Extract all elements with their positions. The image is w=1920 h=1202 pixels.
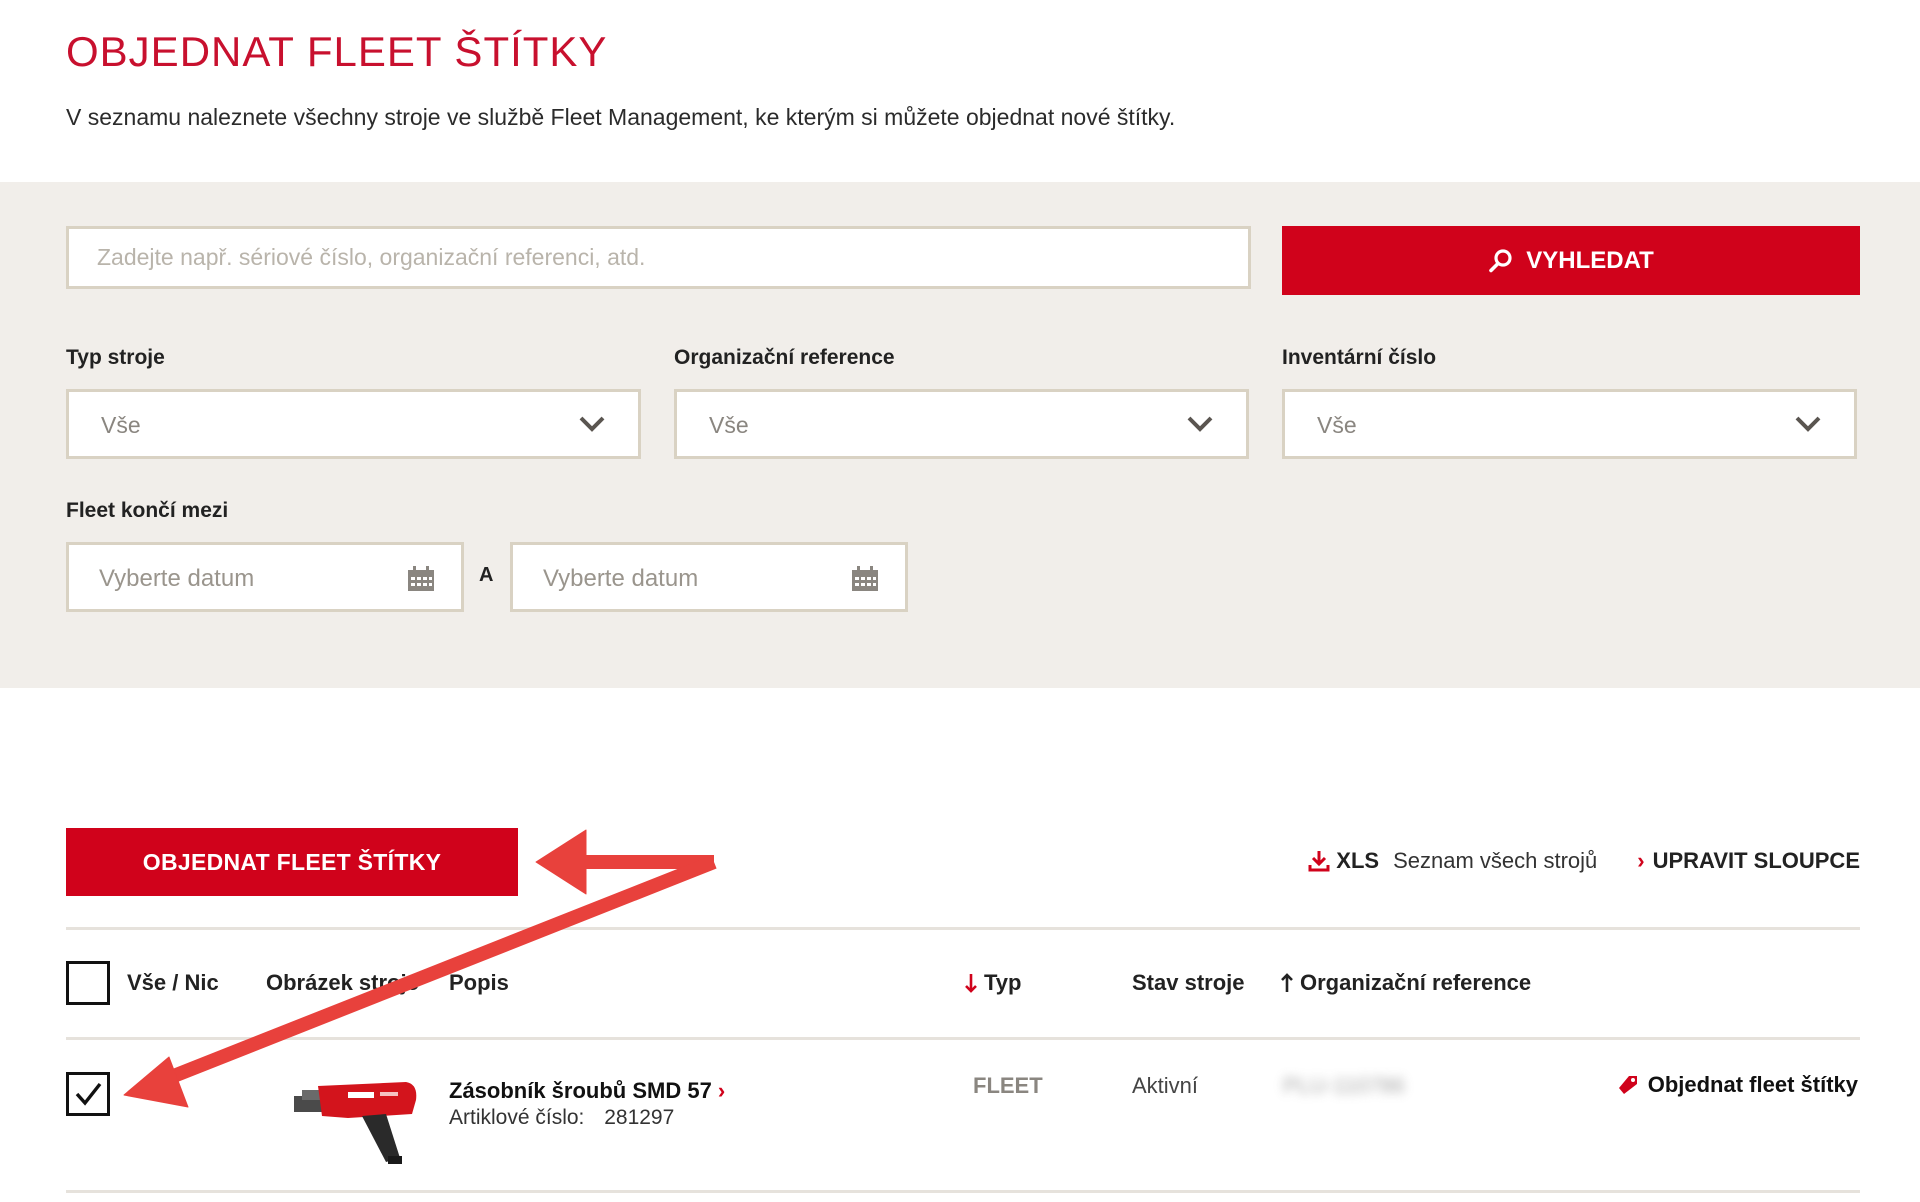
org-reference-value: Vše — [709, 412, 749, 438]
article-label: Artiklové číslo: — [449, 1106, 585, 1129]
date-to-placeholder: Vyberte datum — [543, 565, 699, 592]
row-checkbox[interactable] — [66, 1072, 110, 1116]
table-header-divider — [66, 1037, 1860, 1040]
page-intro: V seznamu naleznete všechny stroje ve sl… — [66, 104, 1176, 130]
article-number: 281297 — [604, 1106, 675, 1129]
order-fleet-labels-link[interactable]: Objednat fleet štítky — [1618, 1072, 1858, 1098]
page-title: OBJEDNAT FLEET ŠTÍTKY — [66, 28, 608, 75]
search-icon — [1489, 248, 1512, 272]
date-range-separator: A — [479, 564, 494, 586]
xls-description: Seznam všech strojů — [1393, 848, 1598, 873]
table-top-divider — [66, 927, 1860, 930]
inventory-number-value: Vše — [1317, 412, 1357, 438]
edit-columns-link[interactable]: › UPRAVIT SLOUPCE — [1637, 848, 1860, 874]
chevron-down-icon — [579, 416, 605, 432]
image-header-label: Obrázek stroje — [266, 970, 419, 995]
select-all-checkbox[interactable] — [66, 961, 110, 1005]
date-from-placeholder: Vyberte datum — [99, 565, 255, 592]
checkmark-icon — [75, 1082, 102, 1106]
tag-icon — [1618, 1076, 1637, 1094]
arrow-down-icon — [965, 974, 977, 993]
chevron-right-icon: › — [1637, 848, 1645, 873]
column-header-image: Obrázek stroje — [266, 970, 419, 996]
xls-export-link[interactable]: XLS — [1308, 848, 1379, 874]
xls-label: XLS — [1336, 848, 1380, 873]
arrow-to-order-button-head — [535, 829, 587, 895]
date-to-field[interactable]: Vyberte datum — [510, 542, 908, 612]
org-reference-header-label: Organizační reference — [1300, 970, 1532, 995]
filter-panel: VYHLEDAT Typ stroje Vše Organizační refe… — [0, 182, 1920, 688]
order-fleet-labels-link-label: Objednat fleet štítky — [1647, 1072, 1858, 1097]
description-header-label: Popis — [449, 970, 509, 995]
arrow-up-icon — [1281, 973, 1293, 992]
column-header-type[interactable]: Typ — [964, 970, 1021, 996]
column-header-select: Vše / Nic — [127, 970, 219, 996]
product-name: Zásobník šroubů SMD 57 — [449, 1078, 712, 1103]
status-header-label: Stav stroje — [1132, 970, 1245, 995]
calendar-icon — [408, 566, 434, 591]
org-reference-cell: PLU-110786 — [1283, 1073, 1405, 1098]
machine-type-select[interactable]: Vše — [66, 389, 641, 459]
date-from-field[interactable]: Vyberte datum — [66, 542, 464, 612]
search-button-label: VYHLEDAT — [1526, 246, 1654, 274]
product-article: Artiklové číslo: 281297 — [449, 1106, 674, 1130]
machine-type-label: Typ stroje — [66, 346, 165, 369]
order-fleet-labels-button[interactable]: OBJEDNAT FLEET ŠTÍTKY — [66, 828, 518, 896]
column-header-org-reference[interactable]: Organizační reference — [1280, 970, 1531, 996]
chevron-right-icon: › — [717, 1078, 726, 1103]
arrow-to-row-checkbox-head — [123, 1056, 189, 1108]
calendar-icon — [852, 566, 878, 591]
table-toolbar: XLS Seznam všech strojů › UPRAVIT SLOUPC… — [1308, 848, 1860, 874]
type-header-label: Typ — [984, 970, 1022, 995]
inventory-number-label: Inventární číslo — [1282, 346, 1437, 369]
column-header-description[interactable]: Popis — [449, 970, 509, 996]
inventory-number-select[interactable]: Vše — [1282, 389, 1857, 459]
type-cell: FLEET — [973, 1073, 1043, 1098]
org-reference-select[interactable]: Vše — [674, 389, 1249, 459]
product-image — [294, 1082, 417, 1164]
edit-columns-label: UPRAVIT SLOUPCE — [1652, 848, 1860, 873]
search-input[interactable] — [66, 226, 1251, 289]
download-icon — [1308, 851, 1330, 872]
machine-type-value: Vše — [101, 412, 141, 438]
chevron-down-icon — [1187, 416, 1213, 432]
fleet-ends-label: Fleet končí mezi — [66, 499, 229, 522]
column-header-status[interactable]: Stav stroje — [1132, 970, 1245, 996]
chevron-down-icon — [1795, 416, 1821, 432]
table-bottom-divider — [66, 1190, 1860, 1193]
search-button[interactable]: VYHLEDAT — [1282, 226, 1860, 295]
org-reference-label: Organizační reference — [674, 346, 895, 369]
status-cell: Aktivní — [1132, 1073, 1199, 1098]
select-all-label: Vše / Nic — [127, 970, 219, 995]
product-name-link[interactable]: Zásobník šroubů SMD 57 › — [449, 1078, 725, 1104]
